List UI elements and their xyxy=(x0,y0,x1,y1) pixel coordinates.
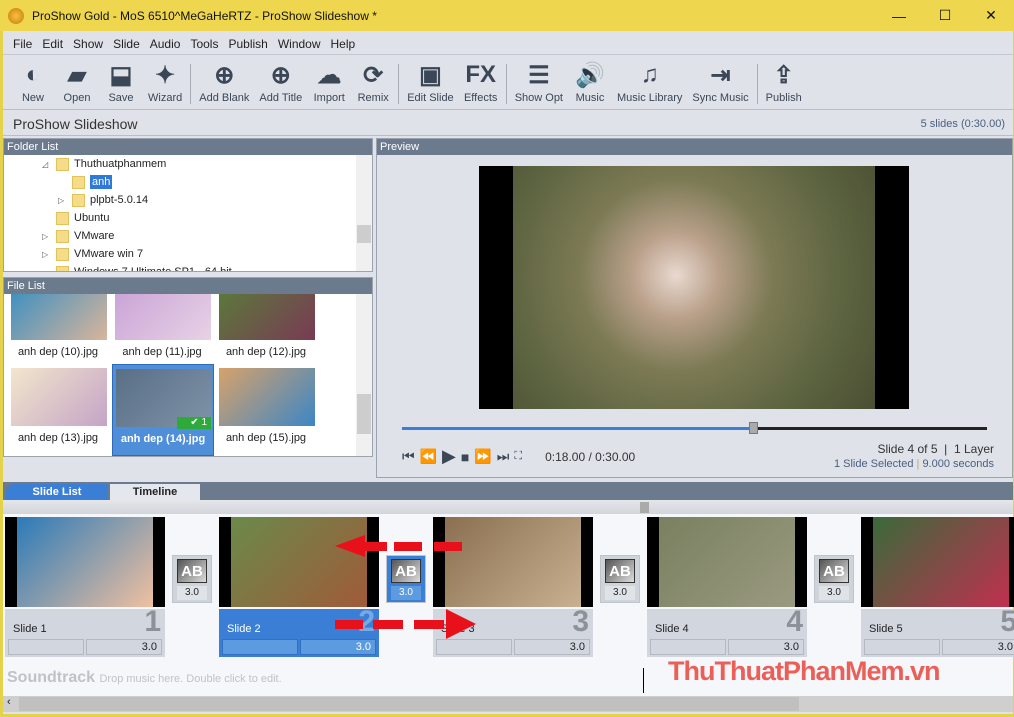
arrow-right xyxy=(335,609,476,639)
arrow-left xyxy=(335,535,462,557)
annotation-arrows xyxy=(335,535,476,639)
